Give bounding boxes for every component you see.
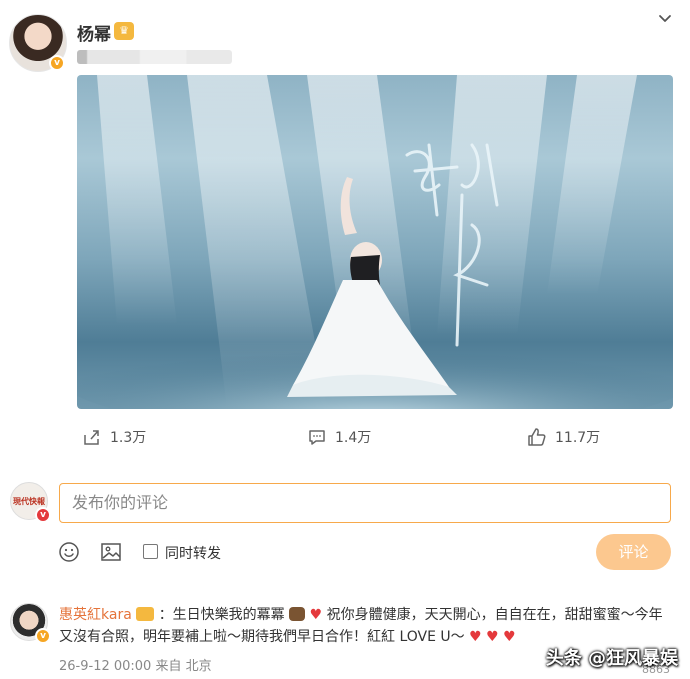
watermark: 头条 @狂风暴娱 xyxy=(545,648,678,669)
reply-body: 惠英紅kara ：生日快樂我的冪冪 ♥ 祝你身體健康，天天開心，自自在在，甜甜蜜… xyxy=(59,604,671,648)
reply-meta: 26-9-12 00:00 来自 北京 xyxy=(59,659,212,674)
comment-icon xyxy=(309,430,325,445)
heart-emoji-icon: ♥ xyxy=(309,607,323,623)
repost-count: 1.3万 xyxy=(110,430,147,446)
post-meta-blurred xyxy=(77,50,232,64)
author-name[interactable]: 杨幂 xyxy=(77,20,111,45)
comment-count: 1.4万 xyxy=(335,430,372,446)
post-image[interactable] xyxy=(77,75,673,409)
post-image-art xyxy=(77,75,673,409)
like-count: 11.7万 xyxy=(555,430,601,446)
reply-username[interactable]: 惠英紅kara xyxy=(59,607,132,623)
reply-text-part1: ：生日快樂我的冪冪 xyxy=(158,607,290,623)
cake-emoji-icon xyxy=(289,607,306,621)
comment-action[interactable]: 1.4万 xyxy=(307,427,371,447)
verified-badge-icon: v xyxy=(35,507,51,523)
repost-checkbox-label: 同时转发 xyxy=(165,546,221,562)
share-icon xyxy=(84,430,99,445)
verified-badge-icon: v xyxy=(49,55,65,71)
comment-input[interactable]: 发布你的评论 xyxy=(59,483,671,523)
member-crown-icon: ♛ xyxy=(114,22,134,40)
heart-emoji-icon: ♥ ♥ ♥ xyxy=(469,629,516,645)
submit-comment-button[interactable]: 评论 xyxy=(596,534,671,570)
chevron-down-icon[interactable] xyxy=(658,12,672,26)
repost-action[interactable]: 1.3万 xyxy=(82,427,146,447)
repost-checkbox[interactable] xyxy=(143,544,158,559)
member-crown-icon xyxy=(136,607,155,621)
verified-badge-icon: v xyxy=(35,628,51,644)
image-icon[interactable] xyxy=(100,541,122,563)
thumbs-up-icon xyxy=(528,428,546,446)
like-action[interactable]: 11.7万 xyxy=(527,427,600,447)
emoji-icon[interactable] xyxy=(58,541,80,563)
